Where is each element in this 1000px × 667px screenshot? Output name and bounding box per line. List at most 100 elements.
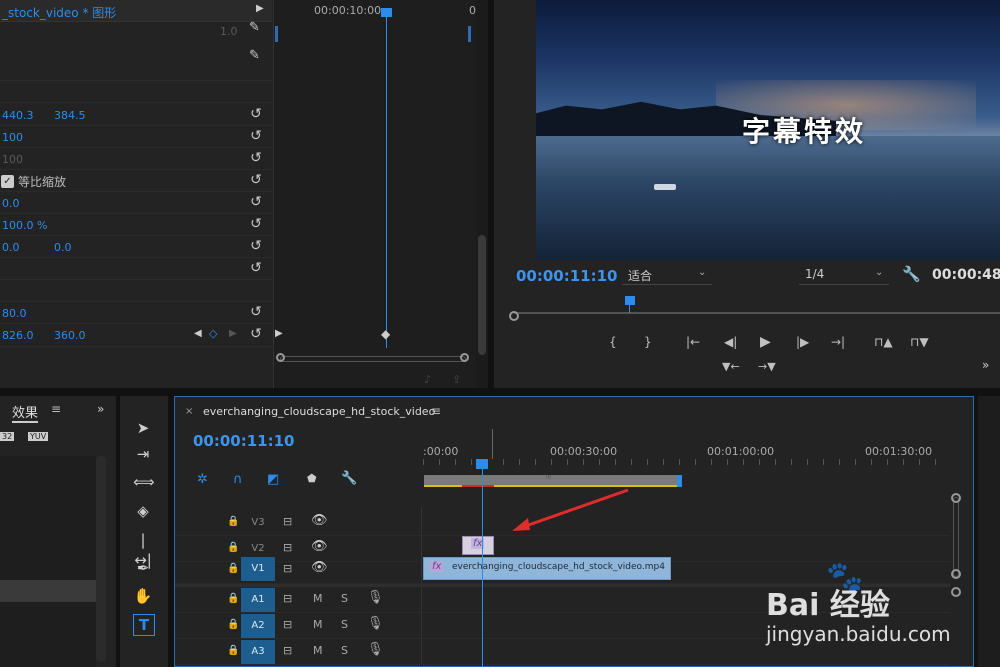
rotation-value[interactable]: 0.0 — [2, 197, 20, 210]
close-sequence-icon[interactable]: × — [185, 406, 193, 417]
sync-lock-icon[interactable]: ⊟ — [283, 618, 292, 631]
lift-icon[interactable]: ⊓▲ — [874, 334, 893, 350]
reset-icon[interactable]: ↺ — [249, 195, 263, 209]
lock-icon[interactable]: 🔒 — [227, 516, 239, 527]
fit-dropdown[interactable]: 适合 ⌄ — [622, 265, 712, 285]
eyedropper-icon-2[interactable]: ✎ — [249, 48, 260, 63]
track-target-a2[interactable]: A2 — [241, 614, 275, 638]
program-video-frame[interactable]: 字幕特效 — [536, 0, 1000, 260]
effect-controls-tab-label[interactable]: _stock_video * 图形 — [2, 4, 116, 21]
scale-value[interactable]: 100 — [2, 131, 23, 144]
microphone-icon[interactable]: 🎙 — [367, 616, 384, 631]
track-target-v1[interactable]: V1 — [241, 557, 275, 581]
mute-button[interactable]: M — [313, 644, 323, 657]
mute-button[interactable]: M — [313, 592, 323, 605]
program-playhead[interactable] — [625, 296, 635, 305]
reset-icon[interactable]: ↺ — [249, 327, 263, 341]
timeline-timecode[interactable]: 00:00:11:10 — [193, 432, 295, 450]
mark-out-icon[interactable]: } — [644, 334, 652, 350]
sequence-menu-icon[interactable]: ≡ — [431, 404, 441, 418]
lock-icon[interactable]: 🔒 — [227, 645, 239, 656]
program-timecode[interactable]: 00:00:11:10 — [516, 267, 618, 285]
panel-menu-icon[interactable]: ≡ — [51, 402, 61, 416]
scroll-handle-right[interactable] — [460, 353, 469, 362]
effects-list-item-selected[interactable] — [0, 580, 96, 602]
effect-scrollbar-thumb[interactable] — [478, 235, 486, 355]
ripple-edit-tool-icon[interactable]: ⟺ — [133, 472, 155, 492]
play-icon[interactable]: ▶ — [760, 334, 771, 350]
work-area-end-cap[interactable] — [677, 475, 682, 487]
export-icon[interactable]: ⇪ — [452, 373, 461, 386]
yuv-effects-badge[interactable]: YUV — [28, 432, 49, 441]
anchor-x-value[interactable]: 0.0 — [2, 241, 20, 254]
effects-list[interactable] — [0, 456, 96, 667]
video-clip-v1[interactable]: fx everchanging_cloudscape_hd_stock_vide… — [423, 557, 671, 580]
position-y-value[interactable]: 384.5 — [54, 109, 86, 122]
mini-timeline[interactable]: 00:00:10:00 0 ▶ ◆ ♪ ⇪ — [273, 0, 476, 388]
eye-icon[interactable]: 👁 — [311, 560, 328, 575]
hand-tool-icon[interactable]: ✋ — [133, 586, 153, 606]
reset-icon[interactable]: ↺ — [249, 239, 263, 253]
mini-playhead[interactable] — [386, 8, 387, 348]
position2-x-value[interactable]: 826.0 — [2, 329, 34, 342]
go-to-in-icon[interactable]: |← — [686, 334, 700, 350]
nest-toggle-icon[interactable]: ✲ — [197, 472, 208, 487]
expand-panels-icon[interactable]: » — [97, 402, 104, 416]
razor-tool-icon[interactable]: ◈ — [133, 501, 153, 521]
solo-button[interactable]: S — [341, 592, 348, 605]
slip-tool-icon[interactable]: |↔| — [133, 530, 153, 569]
add-keyframe-icon[interactable]: ◇ — [209, 327, 217, 340]
reset-icon[interactable]: ↺ — [249, 305, 263, 319]
sync-lock-icon[interactable]: ⊟ — [283, 562, 292, 575]
effects-scrollbar[interactable] — [96, 456, 106, 662]
reset-icon[interactable]: ↺ — [249, 107, 263, 121]
timeline-settings-icon[interactable]: 🔧 — [341, 471, 357, 486]
add-marker-icon[interactable]: ⬟ — [307, 472, 317, 485]
track-target-a3[interactable]: A3 — [241, 640, 275, 664]
sync-lock-icon[interactable]: ⊟ — [283, 644, 292, 657]
effect-scrollbar[interactable] — [476, 0, 488, 388]
mute-button[interactable]: M — [313, 618, 323, 631]
snap-icon[interactable]: ∩ — [233, 472, 243, 487]
track-target-v3[interactable]: V3 — [241, 511, 275, 535]
reset-icon[interactable]: ↺ — [249, 129, 263, 143]
type-tool-icon[interactable]: T — [133, 614, 155, 636]
linked-selection-icon[interactable]: ◩ — [267, 472, 279, 487]
more-controls-icon[interactable]: » — [982, 358, 989, 372]
resolution-dropdown[interactable]: 1/4 ⌄ — [799, 265, 889, 285]
wrench-icon[interactable]: 🔧 — [902, 265, 921, 283]
mark-in-icon[interactable]: { — [609, 334, 617, 350]
track-target-a1[interactable]: A1 — [241, 588, 275, 612]
lock-icon[interactable]: 🔒 — [227, 619, 239, 630]
scroll-handle-left[interactable] — [276, 353, 285, 362]
play-only-icon[interactable]: ▶ — [256, 3, 264, 14]
step-forward-icon[interactable]: |▶ — [796, 334, 809, 350]
go-to-out-icon[interactable]: →| — [831, 334, 845, 350]
sequence-tab-label[interactable]: everchanging_cloudscape_hd_stock_video — [203, 405, 435, 418]
eyedropper-icon[interactable]: ✎ — [249, 20, 260, 35]
overwrite-icon[interactable]: →▼ — [758, 360, 776, 373]
lock-icon[interactable]: 🔒 — [227, 563, 239, 574]
program-scrubber[interactable] — [514, 312, 1000, 314]
position-x-value[interactable]: 440.3 — [2, 109, 34, 122]
microphone-icon[interactable]: 🎙 — [367, 642, 384, 657]
sync-lock-icon[interactable]: ⊟ — [283, 592, 292, 605]
reset-icon[interactable]: ↺ — [249, 261, 263, 275]
opacity-value[interactable]: 100.0 % — [2, 219, 47, 232]
position2-y-value[interactable]: 360.0 — [54, 329, 86, 342]
value-80[interactable]: 80.0 — [2, 307, 27, 320]
extract-icon[interactable]: ⊓▼ — [910, 334, 929, 350]
mini-scrollbar[interactable] — [280, 356, 466, 362]
selection-tool-icon[interactable]: ➤ — [133, 418, 153, 438]
eye-icon[interactable]: 👁 — [311, 539, 328, 554]
microphone-icon[interactable]: 🎙 — [367, 590, 384, 605]
reset-icon[interactable]: ↺ — [249, 173, 263, 187]
keyframe-diamond[interactable]: ◆ — [381, 327, 390, 341]
lock-icon[interactable]: 🔒 — [227, 542, 239, 553]
effects-tab-label[interactable]: 效果 — [12, 402, 39, 423]
eye-icon[interactable]: 👁 — [311, 513, 328, 528]
sync-lock-icon[interactable]: ⊟ — [283, 515, 292, 528]
sync-lock-icon[interactable]: ⊟ — [283, 541, 292, 554]
prev-keyframe-icon[interactable]: ◀ — [194, 328, 202, 339]
solo-button[interactable]: S — [341, 644, 348, 657]
